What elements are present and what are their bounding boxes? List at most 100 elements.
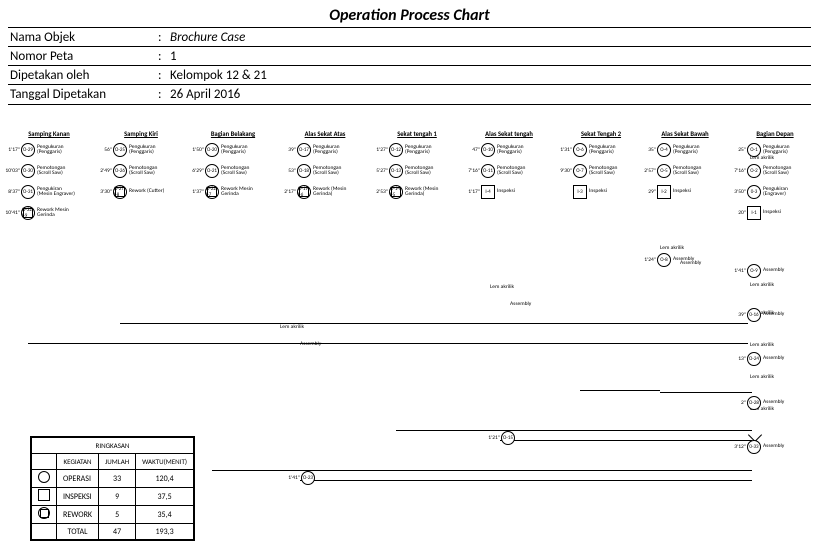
node-symbol: I-3 [573,185,587,199]
node-symbol: O-17 [297,143,311,157]
process-node: 7'16" O-2 Pemotongan (Scroll Saw) [730,162,819,180]
node-time: 39" [280,147,296,153]
lane-title: Bagian Depan [730,130,819,138]
node-desc: Pengukiran (Mesin Engraver) [37,187,77,198]
node-desc: Pengukuran (Penggaris) [673,145,713,156]
summary-col: KEGIATAN [57,454,99,470]
summary-total-label: TOTAL [57,524,99,540]
node-time: 1'17" [464,189,480,195]
node-desc: Pengukuran (Penggaris) [405,145,445,156]
node-symbol: O-9 [747,264,761,278]
header-label: Nomor Peta [8,49,158,64]
process-node: 2'49" O-26 Pemotongan (Scroll Saw) [96,162,186,180]
connector-line [28,343,748,344]
node-symbol: 0-16 [747,308,761,322]
process-node: 2'57" O-5 Pemotongan (Scroll Saw) [640,162,730,180]
lane-title: Sekat Tengah 2 [556,130,646,138]
header-value: Brochure Case [170,30,245,45]
summary-col: JUMLAH [99,454,136,470]
process-node: 5'27" O-13 Pemotongan (Scroll Saw) [372,162,462,180]
node-desc: Rework (Mesin Gerinda) [313,187,353,198]
node-desc: Pengukuran (Penggaris) [589,145,629,156]
summary-time: 35,4 [136,506,194,524]
lane-title: Alas Sekat tengah [464,130,554,138]
header-label: Tanggal Dipetakan [8,87,158,102]
process-node: I-3 Inspeksi [556,183,646,201]
summary-time: 120,4 [136,470,194,488]
connector-line [120,323,748,324]
summary-col: WAKTU(MENIT) [136,454,194,470]
summary-total-count: 47 [99,524,136,540]
node-symbol: O-29 [21,143,35,157]
summary-symbol [38,507,50,519]
node-symbol: I-2 [657,185,671,199]
node-time: 39" [730,312,746,318]
node-time: 1'41" [730,268,746,274]
summary-title: RINGKASAN [32,438,194,454]
node-desc: Assembly [763,444,803,450]
node-time: 3'50" [730,189,746,195]
process-node: 39" 0-16 Assembly [730,306,819,324]
node-time: 9'30" [556,168,572,174]
node-symbol: O-27 I-8 [113,185,127,199]
node-desc: Pemotongan (Scroll Saw) [221,166,261,177]
material-label: Lem akrilik [750,342,774,348]
node-desc: Inspeksi [673,189,713,195]
node-symbol: O-6 [573,143,587,157]
node-time: 47" [464,147,480,153]
node-desc: Pemotongan (Scroll Saw) [763,166,803,177]
summary-symbol [38,489,50,501]
node-desc: Pemotongan (Scroll Saw) [37,166,77,177]
node-symbol: O-22 I-7 [205,185,219,199]
node-symbol: O-11 [481,164,495,178]
node-desc: Pengukuran (Penggaris) [221,145,261,156]
node-symbol: O-18 [297,164,311,178]
header-value: 1 [170,49,177,64]
node-symbol: O-21 [205,164,219,178]
process-node: 10'41" O-32 I-9 Rework Mesin Gerinda [4,204,94,222]
summary-activity: REWORK [57,506,99,524]
lane-title: Sekat tengah 1 [372,130,462,138]
node-symbol: O-32 I-9 [21,206,35,220]
node-time: 56" [96,147,112,153]
node-desc: Inspeksi [763,210,803,216]
process-node: 35" O-4 Pengukuran (Penggaris) [640,141,730,159]
node-time: 2'53" [372,189,388,195]
summary-symbol [38,471,50,483]
process-node: 20" I-1 Inspeksi [730,204,819,222]
process-node: 3'30" O-27 I-8 Rework (Cutter) [96,183,186,201]
header-value: Kelompok 12 & 21 [170,68,267,83]
page-title: Operation Process Chart [0,0,819,27]
node-time: 25" [730,147,746,153]
node-symbol: O-28 [747,396,761,410]
node-desc: Pemotongan (Scroll Saw) [673,166,713,177]
process-node: 6'29" O-21 Pemotongan (Scroll Saw) [188,162,278,180]
node-symbol: O-12 [389,143,403,157]
connector-line [396,430,496,431]
material-label: Lem akrilik [750,282,774,288]
connector-line [304,470,752,471]
node-symbol: I-4 [481,185,495,199]
process-node: 53" O-18 Pemotongan (Scroll Saw) [280,162,370,180]
node-symbol: O-2 [747,164,761,178]
lane-title: Alas Sekat Atas [280,130,370,138]
summary-time: 37,5 [136,488,194,506]
summary-total-time: 193,3 [136,524,194,540]
connector-line [580,390,660,391]
node-time: 13" [730,356,746,362]
node-symbol: O-25 [113,143,127,157]
summary-activity: OPERASI [57,470,99,488]
node-desc: Pengukiran (Engraver) [763,187,803,198]
node-time: 3'12" [730,444,746,450]
node-time: 8'37" [4,189,20,195]
node-symbol: O-8 [657,253,671,267]
process-node: 25" O-1 Pengukuran (Penggaris) [730,141,819,159]
node-time: 35" [640,147,656,153]
process-node: 1'37" O-22 I-7 Rework Mesin Gerinda [188,183,278,201]
node-desc: Pemotongan (Scroll Saw) [405,166,445,177]
header-value: 26 April 2016 [170,87,240,102]
node-desc: Pengukuran (Penggaris) [497,145,537,156]
material-label: Lem akrilik [490,284,514,290]
node-time: 2'57" [640,168,656,174]
header-label: Dipetakan oleh [8,68,158,83]
